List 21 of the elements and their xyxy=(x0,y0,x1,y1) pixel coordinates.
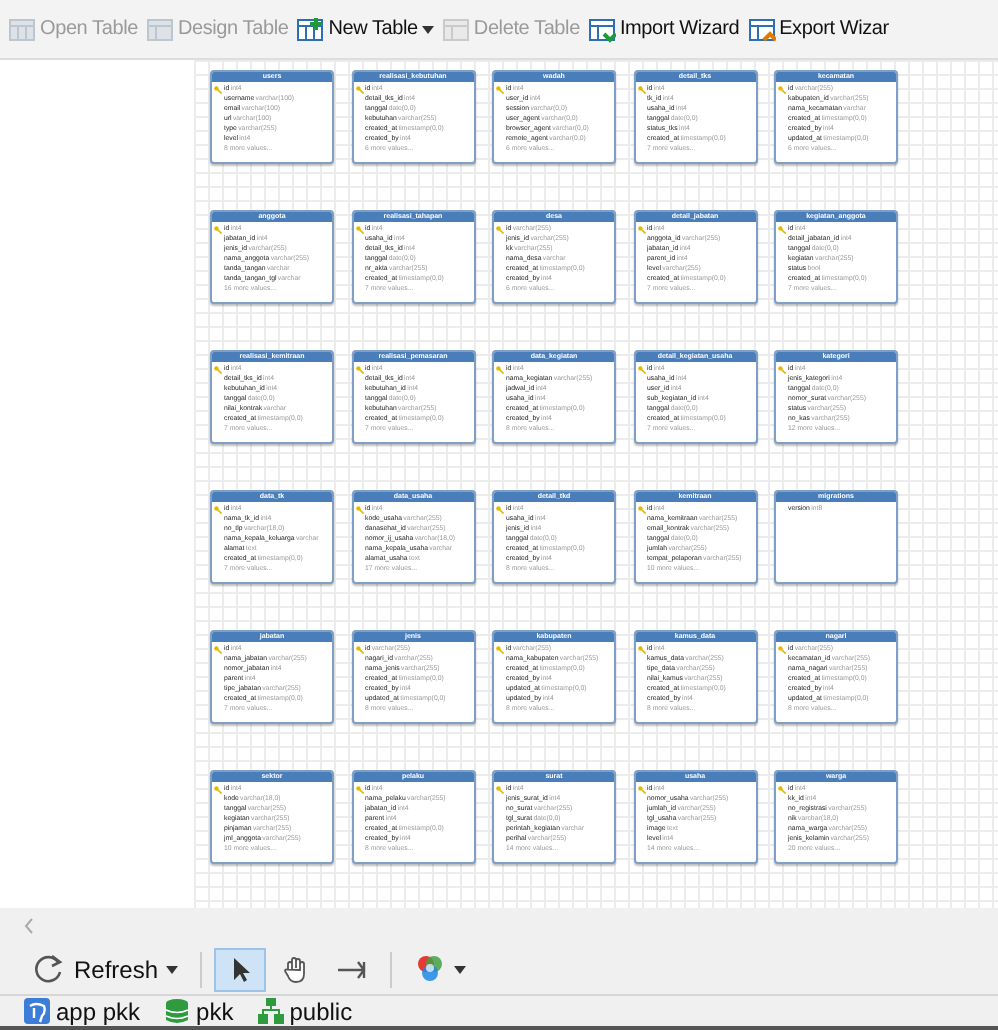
color-wheel-icon xyxy=(414,953,447,985)
toolbar-button[interactable]: Import Wizard xyxy=(587,14,740,44)
status-item-label: app pkk xyxy=(56,995,141,1029)
table-import-icon xyxy=(587,15,616,43)
table-export-icon xyxy=(747,15,776,43)
toolbar-button[interactable]: Export Wizar xyxy=(747,14,889,44)
database-icon xyxy=(164,998,191,1024)
status-item-label: pkk xyxy=(196,995,234,1029)
pointer-tool-button[interactable] xyxy=(214,947,267,991)
status-item-label: public xyxy=(289,995,353,1029)
refresh-icon xyxy=(34,953,66,985)
caret-icon xyxy=(454,965,467,973)
schema-icon xyxy=(257,998,284,1024)
caret-icon xyxy=(166,965,179,973)
table-icon xyxy=(441,15,470,43)
table-icon xyxy=(8,15,36,43)
elephant-icon xyxy=(24,998,50,1024)
toolbar-button[interactable]: New Table xyxy=(296,14,434,44)
table-icon xyxy=(296,15,325,43)
table-icon xyxy=(145,15,174,43)
refresh-tool-button[interactable]: Refresh xyxy=(24,947,189,991)
